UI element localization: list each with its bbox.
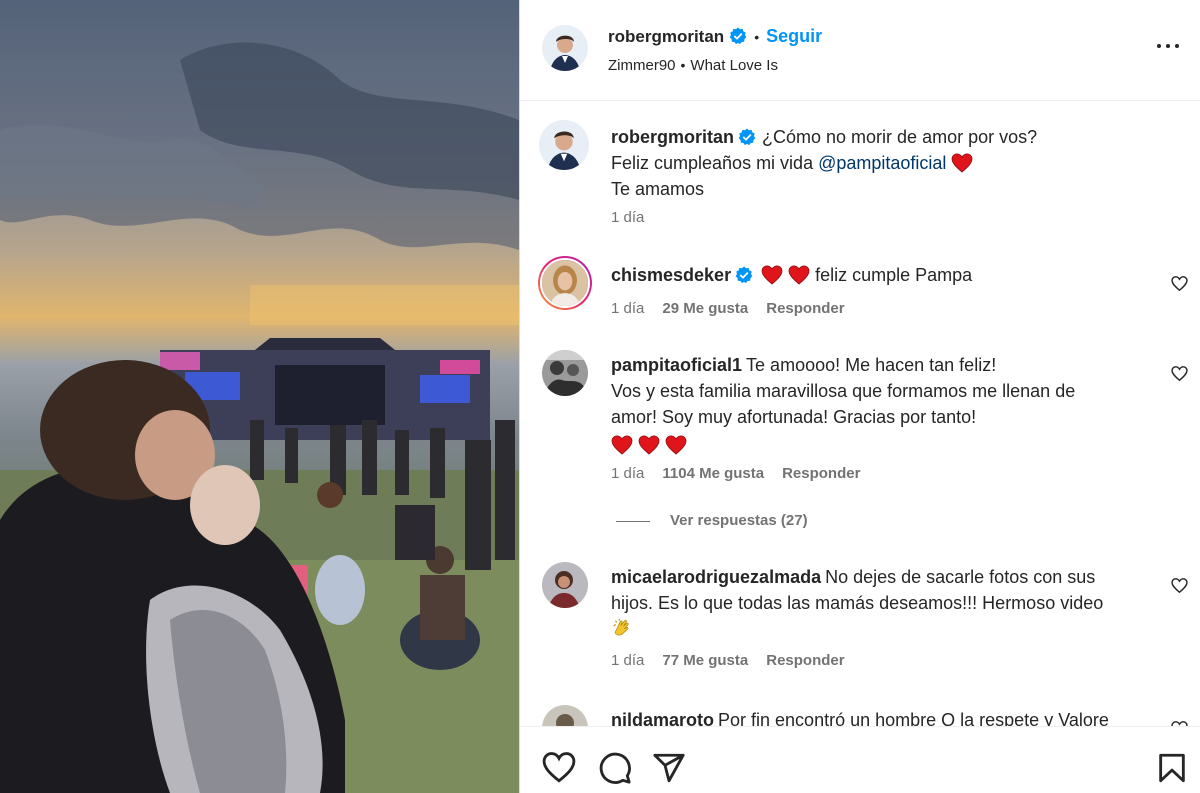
comment-meta: 1 día 29 Me gusta Responder [611,300,845,317]
reply-button[interactable]: Responder [766,300,844,317]
replies-line [616,520,650,522]
verified-icon [738,128,756,146]
comment-username[interactable]: nildamaroto [611,710,714,726]
comments-list[interactable]: robergmoritan ¿Cómo no morir de amor por … [520,101,1200,726]
separator-dot: • [754,29,760,45]
comment-avatar[interactable] [542,350,588,396]
caption-avatar[interactable] [539,120,589,170]
comment-avatar[interactable] [542,705,588,726]
comment-avatar[interactable] [542,562,588,608]
audio-info[interactable]: Zimmer90 • What Love Is [608,57,778,74]
action-bar [520,726,1200,793]
comment-username[interactable]: chismesdeker [611,265,731,285]
comment-body-line-1: Te amoooo! Me hacen tan feliz! [746,355,997,375]
comment-timestamp[interactable]: 1 día [611,300,644,317]
header-title-row: robergmoritan • Seguir [608,26,822,47]
comment-body: feliz cumple Pampa [815,265,973,285]
red-heart-emoji [638,435,660,455]
caption-line-2: Feliz cumpleaños mi vida [611,153,814,173]
emoji-row [611,616,1140,642]
post-media[interactable] [0,0,519,793]
comment-meta: 1 día 1104 Me gusta Responder [611,465,860,482]
red-heart-emoji [952,153,973,173]
comment-avatar[interactable] [538,256,592,310]
author-username[interactable]: robergmoritan [608,27,724,46]
verified-icon [735,266,753,284]
comment-timestamp[interactable]: 1 día [611,652,644,669]
emoji-row [611,432,1140,458]
caption-mention-link[interactable]: @pampitaoficial [818,153,946,173]
share-icon[interactable] [652,751,686,785]
reply-button[interactable]: Responder [766,652,844,669]
red-heart-emoji [761,265,783,285]
follow-button[interactable]: Seguir [766,26,822,46]
red-heart-emoji [665,435,687,455]
comment-body: Por fin encontró un hombre Q la respete … [718,710,1109,726]
post-details-panel: robergmoritan • Seguir Zimmer90 • What Love … [520,0,1200,793]
caption-username[interactable]: robergmoritan [611,127,734,147]
view-replies-button[interactable]: Ver respuestas (27) [616,512,808,529]
comment-body-line-2: hijos. Es lo que todas las mamás deseamo… [611,593,1104,613]
view-replies-label: Ver respuestas (27) [670,512,808,529]
comment-likes[interactable]: 1104 Me gusta [662,465,764,482]
comment-meta: 1 día 77 Me gusta Responder [611,652,845,669]
comment-username[interactable]: micaelarodriguezalmada [611,567,821,587]
comment-body-line-1: No dejes de sacarle fotos con sus [825,567,1096,587]
like-heart-icon[interactable] [1171,365,1188,382]
comment-text: pampitaoficial1 Te amoooo! Me hacen tan f… [611,352,1140,458]
red-heart-emoji [788,265,810,285]
more-options-icon[interactable] [1156,40,1180,52]
audio-artist: Zimmer90 [608,57,676,74]
author-avatar[interactable] [542,25,588,71]
comment-likes[interactable]: 77 Me gusta [662,652,748,669]
comment-text: nildamaroto Por fin encontró un hombre Q … [611,707,1140,726]
comment-timestamp[interactable]: 1 día [611,465,644,482]
caption-line-3: Te amamos [611,179,705,199]
caption-line-1: ¿Cómo no morir de amor por vos? [762,127,1038,147]
comment-icon[interactable] [598,751,632,785]
save-icon[interactable] [1155,751,1189,785]
comment-username[interactable]: pampitaoficial1 [611,355,742,375]
comment-text: micaelarodriguezalmada No dejes de sacarl… [611,564,1140,642]
comment-likes[interactable]: 29 Me gusta [662,300,748,317]
like-heart-icon[interactable] [542,751,576,785]
red-heart-emoji [611,435,633,455]
comment-body-line-2: Vos y esta familia maravillosa que forma… [611,381,1076,401]
caption-text: robergmoritan ¿Cómo no morir de amor por … [611,124,1140,202]
caption-timestamp[interactable]: 1 día [611,209,644,226]
post-header: robergmoritan • Seguir Zimmer90 • What Love … [520,0,1200,101]
reply-button[interactable]: Responder [782,465,860,482]
like-heart-icon[interactable] [1171,577,1188,594]
comment-text: chismesdeker feliz cumple Pampa [611,262,1140,288]
concert-scene [0,0,519,793]
clapping-hands-emoji [613,618,629,636]
audio-song: What Love Is [690,57,778,74]
verified-icon [729,27,747,45]
comment-body-line-3: amor! Soy muy afortunada! Gracias por ta… [611,407,977,427]
audio-separator: • [680,57,686,73]
like-heart-icon[interactable] [1171,275,1188,292]
